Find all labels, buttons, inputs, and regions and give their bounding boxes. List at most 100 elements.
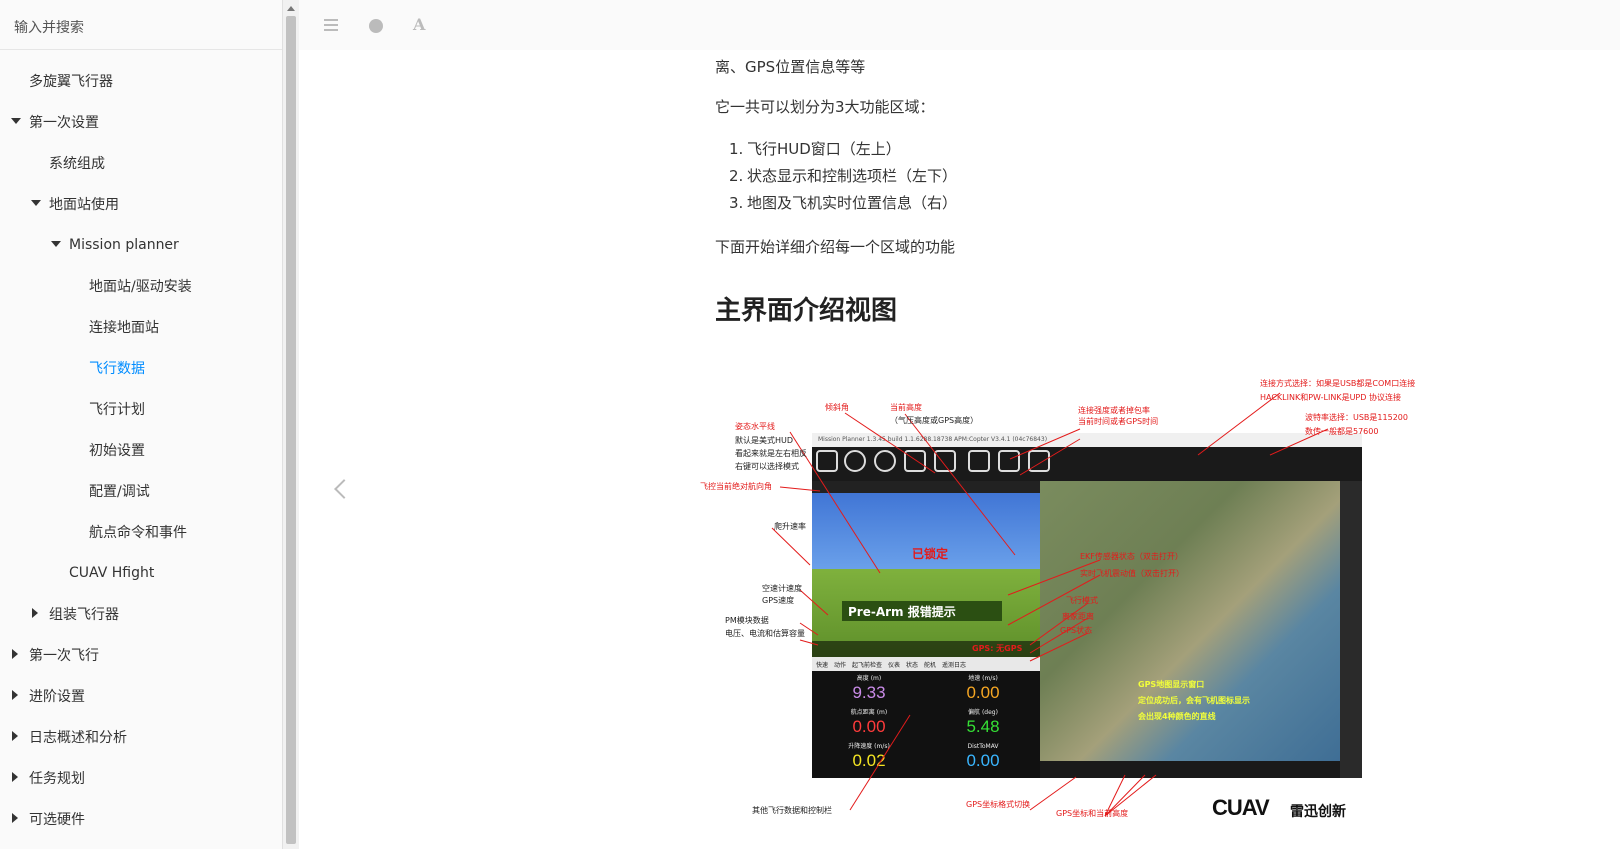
annotation: 数传一般都是57600 bbox=[1305, 427, 1379, 436]
annotation: 其他飞行数据和控制栏 bbox=[752, 806, 832, 815]
annotation: 看起来就是左右相反 bbox=[735, 449, 807, 458]
annotation: 当前时间或者GPS时间 bbox=[1078, 417, 1159, 426]
list-number: 2. bbox=[729, 167, 744, 185]
book-toolbar: A bbox=[299, 0, 1620, 50]
nav-item-collapsed[interactable]: 任务规划 bbox=[0, 757, 282, 798]
nav-item[interactable]: 连接地面站 bbox=[0, 306, 282, 347]
nav-item[interactable]: 配置/调试 bbox=[0, 470, 282, 511]
nav-item-label: 系统组成 bbox=[49, 155, 105, 172]
nav-item-label: 配置/调试 bbox=[89, 483, 150, 500]
list-item: 2. 状态显示和控制选项栏（左下） bbox=[715, 163, 957, 190]
sidebar-scrollbar[interactable] bbox=[283, 0, 299, 849]
nav-item[interactable]: 地面站/驱动安装 bbox=[0, 265, 282, 306]
globe-icon[interactable] bbox=[369, 19, 383, 33]
list-text: 地图及飞机实时位置信息（右） bbox=[747, 194, 958, 212]
nav-item-expanded[interactable]: 地面站使用 bbox=[0, 183, 282, 224]
list-text: 飞行HUD窗口（左上） bbox=[747, 140, 901, 158]
nav-item-label: 飞行数据 bbox=[89, 360, 145, 377]
nav-item-expanded[interactable]: Mission planner bbox=[0, 224, 282, 265]
nav-item-label: 日志概述和分析 bbox=[29, 729, 127, 746]
annotation: HACKLINK和PW-LINK是UPD 协议连接 bbox=[1260, 393, 1401, 402]
caret-right-icon[interactable] bbox=[12, 649, 18, 659]
paragraph: 下面开始详细介绍每一个区域的功能 bbox=[715, 238, 956, 256]
annotation: PM模块数据 bbox=[725, 616, 769, 625]
annotation: EKF传感器状态（双击打开） bbox=[1080, 552, 1183, 561]
search-box bbox=[0, 0, 282, 50]
caret-down-icon[interactable] bbox=[51, 241, 61, 247]
font-icon[interactable]: A bbox=[413, 15, 431, 34]
annotation: 爬升速率 bbox=[774, 522, 806, 531]
annotation: 离家距离 bbox=[1062, 612, 1094, 621]
nav-item[interactable]: CUAV Hfight bbox=[0, 552, 282, 593]
annotation: GPS速度 bbox=[762, 596, 795, 605]
nav-item-label: 航点命令和事件 bbox=[89, 524, 187, 541]
nav-item-collapsed[interactable]: 日志概述和分析 bbox=[0, 716, 282, 757]
list-number: 1. bbox=[729, 140, 744, 158]
menu-icon[interactable] bbox=[324, 16, 342, 34]
nav-item-label: 进阶设置 bbox=[29, 688, 85, 705]
nav-item[interactable]: 航点命令和事件 bbox=[0, 511, 282, 552]
caret-right-icon[interactable] bbox=[12, 690, 18, 700]
scrollbar-thumb[interactable] bbox=[286, 16, 296, 844]
cuav-logo: CUAV bbox=[1212, 795, 1270, 820]
nav-item-label: 连接地面站 bbox=[89, 319, 159, 336]
nav-item-label: 地面站/驱动安装 bbox=[89, 278, 192, 295]
scroll-up-icon[interactable] bbox=[287, 6, 295, 11]
nav-item-expanded[interactable]: 第一次设置 bbox=[0, 101, 282, 142]
caret-down-icon[interactable] bbox=[11, 118, 21, 124]
cuav-logo-text: 雷迅创新 bbox=[1290, 804, 1346, 820]
annotation: 空速计速度 bbox=[762, 584, 802, 593]
annotation: 倾斜角 bbox=[825, 403, 849, 412]
caret-right-icon[interactable] bbox=[12, 772, 18, 782]
nav-item-collapsed[interactable]: 进阶设置 bbox=[0, 675, 282, 716]
list-number: 3. bbox=[729, 194, 744, 212]
nav-item-label: 初始设置 bbox=[89, 442, 145, 459]
nav-item-collapsed[interactable]: 组装飞行器 bbox=[0, 593, 282, 634]
list-item: 1. 飞行HUD窗口（左上） bbox=[715, 136, 957, 163]
section-heading: 主界面介绍视图 bbox=[715, 296, 898, 326]
ordered-list: 1. 飞行HUD窗口（左上） 2. 状态显示和控制选项栏（左下） 3. 地图及飞机实时… bbox=[715, 136, 957, 217]
nav-item[interactable]: 系统组成 bbox=[0, 142, 282, 183]
annotation: 实时飞机震动值（双击打开） bbox=[1080, 569, 1184, 578]
nav-item-label: 组装飞行器 bbox=[49, 606, 119, 623]
annotation: 当前高度 bbox=[890, 403, 922, 412]
caret-right-icon[interactable] bbox=[12, 813, 18, 823]
caret-down-icon[interactable] bbox=[31, 200, 41, 206]
annotation: 电压、电流和估算容量 bbox=[725, 629, 805, 638]
nav-item-label: Mission planner bbox=[69, 236, 179, 253]
nav-item-collapsed[interactable]: 可选硬件 bbox=[0, 798, 282, 839]
chevron-left-icon[interactable] bbox=[334, 479, 354, 499]
list-text: 状态显示和控制选项栏（左下） bbox=[747, 167, 958, 185]
nav-item-active[interactable]: 飞行数据 bbox=[0, 347, 282, 388]
search-input[interactable] bbox=[14, 20, 264, 36]
sidebar: 多旋翼飞行器 第一次设置 系统组成 地面站使用 Mission planner … bbox=[0, 0, 283, 849]
nav-item-collapsed[interactable]: 第一次飞行 bbox=[0, 634, 282, 675]
nav-item-label: 飞行计划 bbox=[89, 401, 145, 418]
annotation: 默认是美式HUD bbox=[735, 436, 794, 445]
annotation: 飞行模式 bbox=[1066, 596, 1098, 605]
paragraph: 离、GPS位置信息等等 bbox=[715, 58, 866, 76]
nav-item[interactable]: 飞行计划 bbox=[0, 388, 282, 429]
annotation: GPS状态 bbox=[1060, 626, 1093, 635]
nav-item-label: 任务规划 bbox=[29, 770, 85, 787]
list-item: 3. 地图及飞机实时位置信息（右） bbox=[715, 190, 957, 217]
nav-item-label: 地面站使用 bbox=[49, 196, 119, 213]
nav-item-label: 多旋翼飞行器 bbox=[29, 73, 113, 90]
annotation: （气压高度或GPS高度） bbox=[890, 416, 979, 425]
nav-item[interactable]: 多旋翼飞行器 bbox=[0, 60, 282, 101]
nav-item[interactable]: 初始设置 bbox=[0, 429, 282, 470]
paragraph: 它一共可以划分为3大功能区域： bbox=[715, 98, 935, 116]
nav-item-label: CUAV Hfight bbox=[69, 564, 155, 581]
nav-item-label: 可选硬件 bbox=[29, 811, 85, 828]
caret-right-icon[interactable] bbox=[12, 731, 18, 741]
caret-right-icon[interactable] bbox=[32, 608, 38, 618]
annotated-screenshot-figure: Mission Planner 1.3.45 build 1.1.6288.18… bbox=[700, 325, 1490, 847]
annotation: 姿态水平线 bbox=[735, 422, 775, 431]
annotation: GPS坐标格式切换 bbox=[966, 800, 1031, 809]
nav-item-label: 第一次飞行 bbox=[29, 647, 99, 664]
annotation: 波特率选择：USB是115200 bbox=[1305, 413, 1408, 422]
annotation: GPS坐标和当前高度 bbox=[1056, 809, 1129, 818]
annotation: 连接方式选择：如果是USB都是COM口连接 bbox=[1260, 379, 1416, 388]
annotation: 右键可以选择模式 bbox=[735, 462, 799, 471]
sidebar-nav: 多旋翼飞行器 第一次设置 系统组成 地面站使用 Mission planner … bbox=[0, 50, 282, 839]
